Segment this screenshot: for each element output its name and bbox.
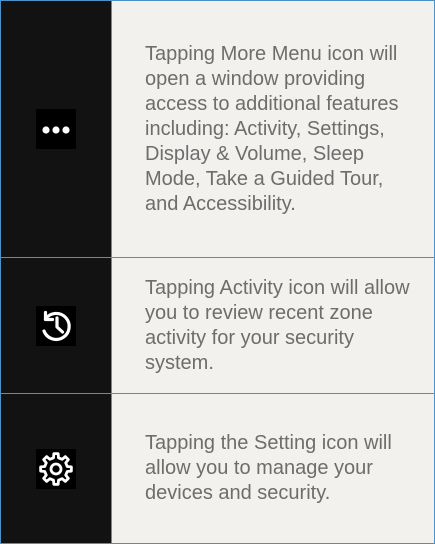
table-row-more-menu: Tapping More Menu icon will open a windo… bbox=[0, 0, 435, 258]
table-row-activity: Tapping Activity icon will allow you to … bbox=[0, 257, 435, 394]
feature-help-table: Tapping More Menu icon will open a windo… bbox=[0, 0, 435, 544]
icon-cell-settings bbox=[0, 393, 112, 544]
settings-description: Tapping the Setting icon will allow you … bbox=[145, 432, 392, 504]
feature-help-table-container: Tapping More Menu icon will open a windo… bbox=[0, 0, 435, 544]
description-cell-activity: Tapping Activity icon will allow you to … bbox=[111, 257, 435, 394]
icon-cell-activity bbox=[0, 257, 112, 394]
settings-gear-icon bbox=[36, 448, 76, 489]
activity-description: Tapping Activity icon will allow you to … bbox=[145, 276, 410, 374]
activity-history-icon bbox=[36, 305, 76, 346]
more-menu-description: Tapping More Menu icon will open a windo… bbox=[145, 42, 399, 215]
description-cell-settings: Tapping the Setting icon will allow you … bbox=[111, 393, 435, 544]
table-row-settings: Tapping the Setting icon will allow you … bbox=[0, 393, 435, 544]
icon-cell-more-menu bbox=[0, 0, 112, 258]
description-cell-more-menu: Tapping More Menu icon will open a windo… bbox=[111, 0, 435, 258]
more-horizontal-icon bbox=[36, 109, 76, 149]
